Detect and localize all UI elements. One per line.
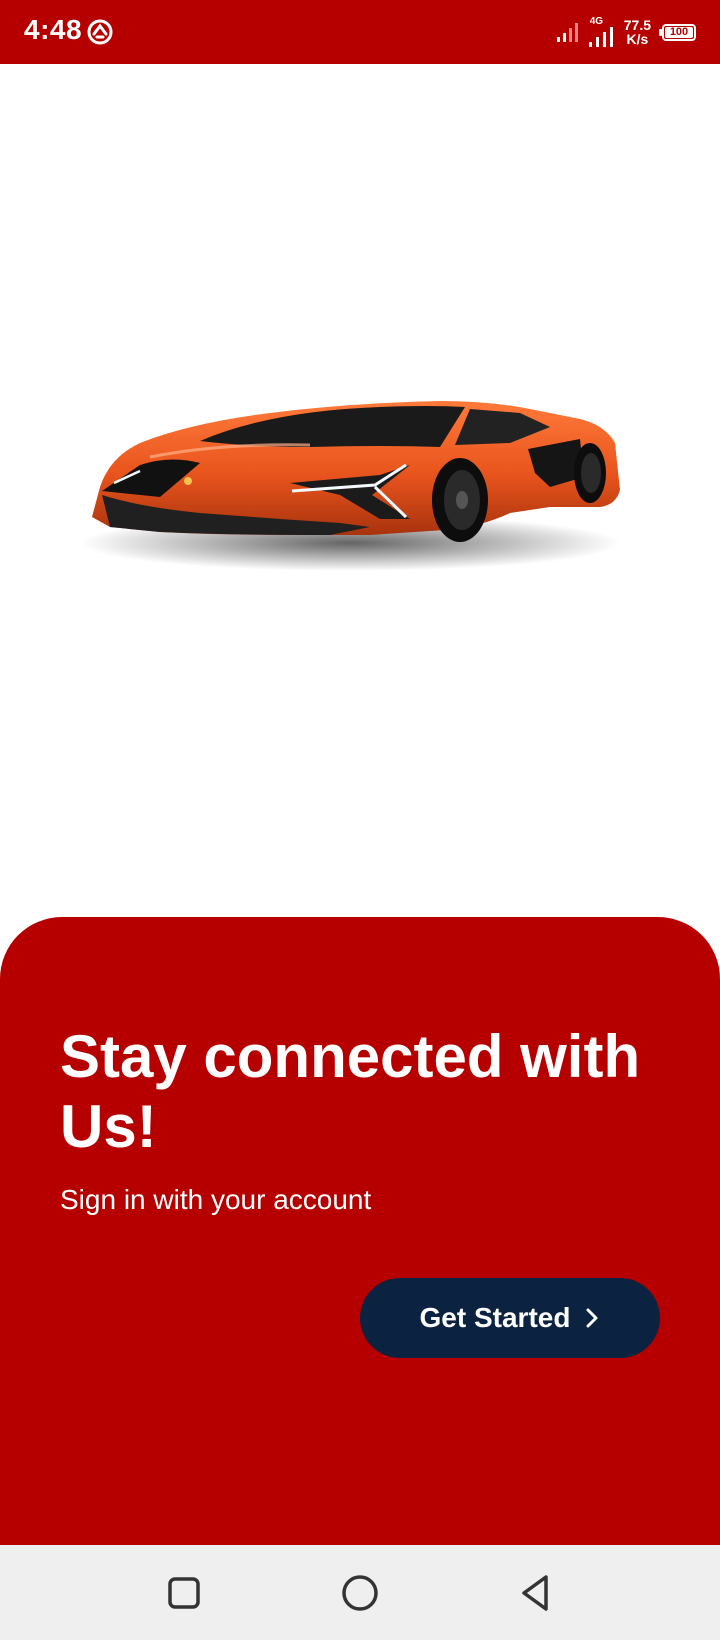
net-speed-value: 77.5 — [623, 17, 651, 33]
home-icon — [342, 1575, 378, 1611]
signal-strength-icon — [556, 23, 578, 42]
signal-4g-icon — [588, 27, 613, 47]
battery-icon: 100 — [662, 23, 696, 41]
onboarding-panel — [0, 917, 720, 1545]
mobile-data-indicator: 4G — [588, 17, 616, 47]
get-started-button[interactable]: Get Started — [360, 1278, 660, 1358]
net-speed-unit: K/s — [626, 31, 649, 47]
chevron-right-icon — [586, 1308, 598, 1328]
headline: Stay connected with Us! — [60, 1023, 641, 1160]
home-button[interactable] — [334, 1567, 386, 1619]
sports-car-illustration — [80, 401, 620, 571]
subtitle: Sign in with your account — [60, 1184, 372, 1215]
recent-apps-button[interactable] — [158, 1567, 210, 1619]
back-icon — [522, 1575, 548, 1611]
sync-circle-icon — [87, 19, 113, 45]
recent-apps-icon — [168, 1577, 200, 1609]
status-indicators: 4G 77.5 K/s 100 — [556, 12, 696, 52]
battery-level: 100 — [669, 25, 689, 38]
network-type: 4G — [589, 16, 604, 27]
status-bar: 4:48 4G 77.5 K/s 100 — [0, 0, 720, 64]
get-started-label: Get Started — [419, 1302, 571, 1333]
network-speed: 77.5 K/s — [624, 18, 651, 46]
system-nav-bar — [0, 1545, 720, 1640]
back-button[interactable] — [510, 1567, 562, 1619]
status-time: 4:48 — [24, 14, 83, 45]
